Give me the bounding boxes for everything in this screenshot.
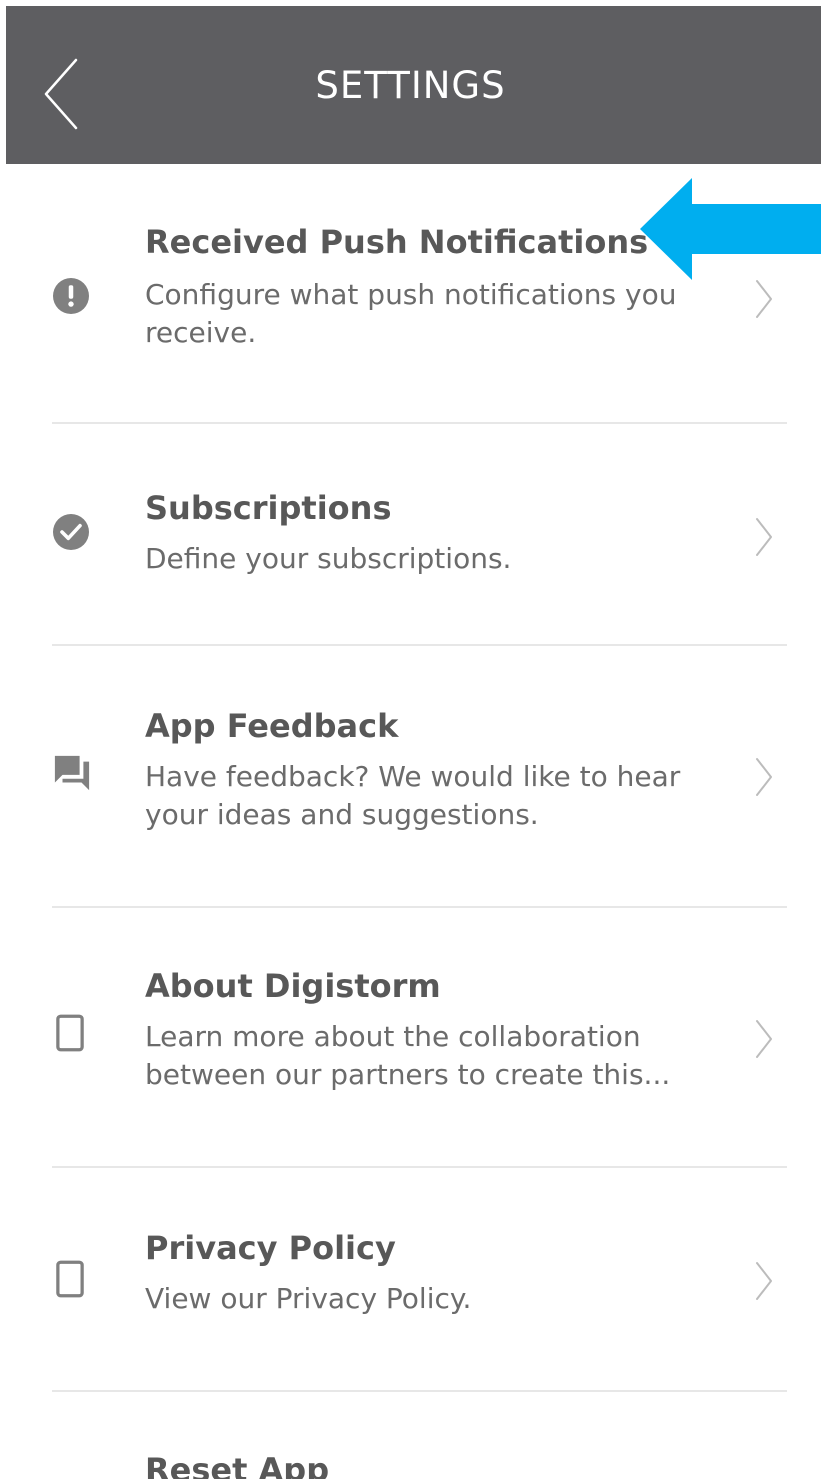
chevron-right-icon bbox=[756, 280, 772, 318]
settings-row-about-digistorm[interactable]: About Digistorm Learn more about the col… bbox=[0, 908, 821, 1166]
row-title: App Feedback bbox=[145, 707, 399, 745]
row-title: About Digistorm bbox=[145, 967, 441, 1005]
chevron-right-icon bbox=[756, 1262, 772, 1300]
settings-row-privacy-policy[interactable]: Privacy Policy View our Privacy Policy. bbox=[0, 1168, 821, 1390]
row-description: View our Privacy Policy. bbox=[145, 1282, 472, 1315]
settings-row-app-feedback[interactable]: App Feedback Have feedback? We would lik… bbox=[0, 646, 821, 906]
check-circle-icon bbox=[53, 514, 89, 550]
row-description: Learn more about the collaboration betwe… bbox=[145, 1020, 671, 1091]
chat-bubbles-icon bbox=[54, 755, 90, 791]
row-title: Reset App bbox=[145, 1451, 330, 1479]
alert-circle-icon bbox=[53, 278, 89, 314]
row-description: Have feedback? We would like to hear you… bbox=[145, 760, 681, 831]
page-title: SETTINGS bbox=[315, 64, 506, 107]
header-bar: SETTINGS bbox=[6, 6, 821, 164]
row-title: Subscriptions bbox=[145, 489, 392, 527]
settings-screen: SETTINGS Received Push Notifications Con… bbox=[0, 0, 821, 1479]
row-description: Configure what push notifications you re… bbox=[145, 278, 677, 349]
phone-device-icon bbox=[56, 1260, 84, 1298]
row-title: Privacy Policy bbox=[145, 1229, 396, 1267]
chevron-right-icon bbox=[756, 758, 772, 796]
row-description: Define your subscriptions. bbox=[145, 542, 512, 575]
chevron-right-icon bbox=[756, 1020, 772, 1058]
phone-device-icon bbox=[56, 1014, 84, 1052]
settings-row-subscriptions[interactable]: Subscriptions Define your subscriptions. bbox=[0, 424, 821, 644]
chevron-right-icon bbox=[756, 518, 772, 556]
row-title: Received Push Notifications bbox=[145, 223, 649, 261]
pointer-arrow-icon bbox=[640, 178, 821, 280]
settings-row-reset-app[interactable]: Reset App bbox=[0, 1392, 821, 1479]
